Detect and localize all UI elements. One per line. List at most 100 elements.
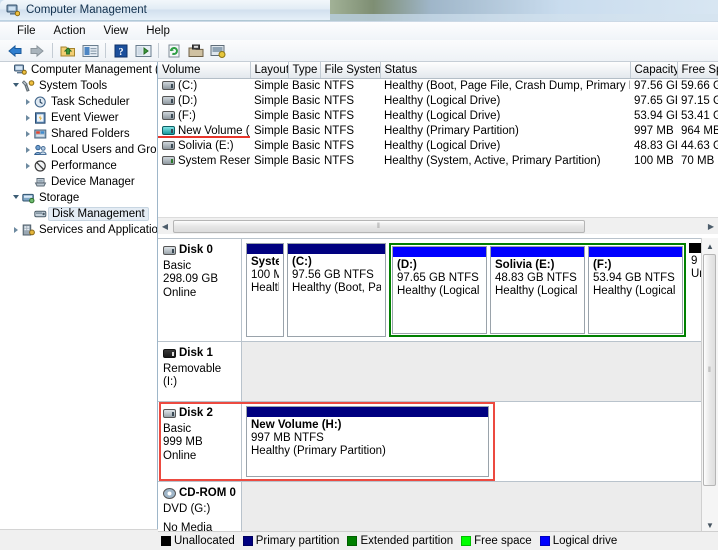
sidebar-item-device-manager[interactable]: Device Manager: [0, 174, 157, 190]
tree-expander-system-tools[interactable]: [10, 82, 21, 90]
disk-info-disk-2[interactable]: Disk 2 Basic 999 MB Online: [158, 402, 242, 481]
partition-bar: [247, 244, 283, 254]
partition-new-volume-h[interactable]: New Volume (H:) 997 MB NTFS Healthy (Pri…: [246, 406, 489, 477]
column-header-capacity[interactable]: Capacity: [630, 62, 678, 79]
scroll-left-arrow[interactable]: ◀: [158, 219, 172, 234]
volume-list[interactable]: Volume Layout Type File System Status Ca…: [158, 62, 718, 217]
legend-label: Extended partition: [360, 535, 454, 547]
table-row[interactable]: (C:) Simple Basic NTFS Healthy (Boot, Pa…: [158, 78, 718, 93]
scroll-up-arrow[interactable]: ▲: [702, 238, 718, 254]
disk-name: CD-ROM 0: [179, 487, 236, 499]
forward-icon[interactable]: [27, 41, 47, 60]
refresh-icon[interactable]: [164, 41, 184, 60]
partition-size: 48.83 GB NTFS: [495, 272, 577, 284]
column-header-layout[interactable]: Layout: [250, 62, 289, 79]
cell-capacity: 100 MB: [634, 154, 674, 167]
scroll-track[interactable]: ‖: [702, 254, 718, 517]
tree-expander-performance[interactable]: [22, 163, 33, 169]
cell-type: Basic: [292, 124, 320, 137]
column-header-status[interactable]: Status: [380, 62, 631, 79]
sidebar-item-label: Shared Folders: [51, 128, 130, 140]
graphical-view-vertical-scrollbar[interactable]: ▲ ‖ ▼: [701, 238, 718, 533]
tree-expander-storage[interactable]: [10, 194, 21, 202]
cdrom-icon: [163, 488, 176, 500]
sidebar-item-disk-management[interactable]: Disk Management: [0, 206, 157, 222]
cell-volume: New Volume (...: [178, 124, 250, 137]
table-row[interactable]: (D:) Simple Basic NTFS Healthy (Logical …: [158, 93, 718, 108]
disk-info-cdrom-0[interactable]: CD-ROM 0 DVD (G:) No Media: [158, 482, 242, 533]
disk-2-partitions: New Volume (H:) 997 MB NTFS Healthy (Pri…: [242, 402, 718, 481]
tree-expander-event-viewer[interactable]: [22, 115, 33, 121]
menu-help[interactable]: Help: [137, 23, 179, 39]
disk-type: Basic: [163, 259, 192, 272]
disk-row-disk-0[interactable]: Disk 0 Basic 298.09 GB Online Syster: [158, 239, 718, 342]
disk-row-cdrom-0[interactable]: CD-ROM 0 DVD (G:) No Media: [158, 482, 718, 533]
menu-file[interactable]: File: [8, 23, 45, 39]
table-row[interactable]: System Reserved Simple Basic NTFS Health…: [158, 153, 718, 168]
partition-f[interactable]: (F:) 53.94 GB NTFS Healthy (Logical D: [588, 246, 683, 334]
disk-row-disk-1[interactable]: Disk 1 Removable (I:) No Media: [158, 342, 718, 415]
cell-layout: Simple: [254, 94, 288, 107]
table-row[interactable]: (F:) Simple Basic NTFS Healthy (Logical …: [158, 108, 718, 123]
partition-e-solivia[interactable]: Solivia (E:) 48.83 GB NTFS Healthy (Logi…: [490, 246, 585, 334]
sidebar-item-label: System Tools: [39, 80, 108, 92]
disk-info-disk-0[interactable]: Disk 0 Basic 298.09 GB Online: [158, 239, 242, 341]
column-header-file-system[interactable]: File System: [320, 62, 381, 79]
menu-view[interactable]: View: [95, 23, 138, 39]
back-icon[interactable]: [5, 41, 25, 60]
table-row[interactable]: Solivia (E:) Simple Basic NTFS Healthy (…: [158, 138, 718, 153]
column-header-free-space[interactable]: Free Spa: [677, 62, 718, 79]
scroll-thumb[interactable]: ‖: [173, 219, 585, 233]
cell-free-space: 44.63 GB: [681, 139, 718, 152]
partition-d[interactable]: (D:) 97.65 GB NTFS Healthy (Logical Dri: [392, 246, 487, 334]
tree-expander-shared-folders[interactable]: [22, 131, 33, 137]
sidebar-item-task-scheduler[interactable]: Task Scheduler: [0, 94, 157, 110]
cell-volume: System Reserved: [178, 154, 250, 167]
properties-icon[interactable]: [133, 41, 153, 60]
sidebar-item-services-and-applications[interactable]: Services and Applications: [0, 222, 157, 238]
sidebar-item-label: Performance: [51, 160, 117, 172]
legend-swatch-logical-drive: [539, 536, 550, 546]
cell-status: Healthy (Primary Partition): [384, 124, 519, 137]
export-list-icon[interactable]: [186, 41, 206, 60]
sidebar-item-local-users-and-groups[interactable]: Local Users and Groups: [0, 142, 157, 158]
menu-action[interactable]: Action: [45, 23, 95, 39]
partition-system-reserved[interactable]: Syster 100 MI Health: [246, 243, 284, 337]
cell-layout: Simple: [254, 79, 288, 92]
sidebar-item-performance[interactable]: Performance: [0, 158, 157, 174]
rescan-disks-icon[interactable]: [208, 41, 228, 60]
column-header-type[interactable]: Type: [288, 62, 321, 79]
cell-status: Healthy (Logical Drive): [384, 94, 501, 107]
disk-row-disk-2[interactable]: Disk 2 Basic 999 MB Online New Volume (H…: [158, 402, 718, 482]
up-folder-icon[interactable]: [58, 41, 78, 60]
console-tree[interactable]: Computer Management (Local System Tools: [0, 62, 158, 529]
cell-capacity: 997 MB: [634, 124, 674, 137]
table-row-new-volume[interactable]: New Volume (... Simple Basic NTFS Health…: [158, 123, 718, 138]
disk-info-disk-1[interactable]: Disk 1 Removable (I:) No Media: [158, 342, 242, 415]
disk-type: Removable (I:): [163, 362, 222, 389]
scroll-thumb[interactable]: ‖: [703, 254, 716, 486]
partition-bar: [247, 407, 488, 417]
cell-type: Basic: [292, 139, 320, 152]
tree-expander-task-scheduler[interactable]: [22, 99, 33, 105]
clock-icon: [33, 95, 48, 109]
partition-c[interactable]: (C:) 97.56 GB NTFS Healthy (Boot, Page: [287, 243, 386, 337]
tree-expander-local-users[interactable]: [22, 147, 33, 153]
sidebar-item-shared-folders[interactable]: Shared Folders: [0, 126, 157, 142]
graphical-view[interactable]: Disk 0 Basic 298.09 GB Online Syster: [158, 238, 718, 533]
column-header-volume[interactable]: Volume: [158, 62, 251, 79]
cell-status: Healthy (Boot, Page File, Crash Dump, Pr…: [384, 79, 630, 92]
disk-management-icon: [33, 207, 48, 221]
tree-expander-services[interactable]: [10, 227, 21, 233]
show-hide-console-tree-icon[interactable]: [80, 41, 100, 60]
sidebar-item-storage[interactable]: Storage: [0, 190, 157, 206]
toolbar-separator-2: [105, 43, 106, 58]
help-icon[interactable]: ?: [111, 41, 131, 60]
sidebar-item-system-tools[interactable]: System Tools: [0, 78, 157, 94]
scroll-right-arrow[interactable]: ▶: [704, 219, 718, 234]
volume-list-horizontal-scrollbar[interactable]: ◀ ‖ ▶: [158, 217, 718, 234]
sidebar-item-event-viewer[interactable]: Event Viewer: [0, 110, 157, 126]
disk-status: Online: [163, 286, 197, 299]
tree-root-computer-management[interactable]: Computer Management (Local: [0, 62, 157, 78]
status-bar-left: [0, 531, 158, 550]
